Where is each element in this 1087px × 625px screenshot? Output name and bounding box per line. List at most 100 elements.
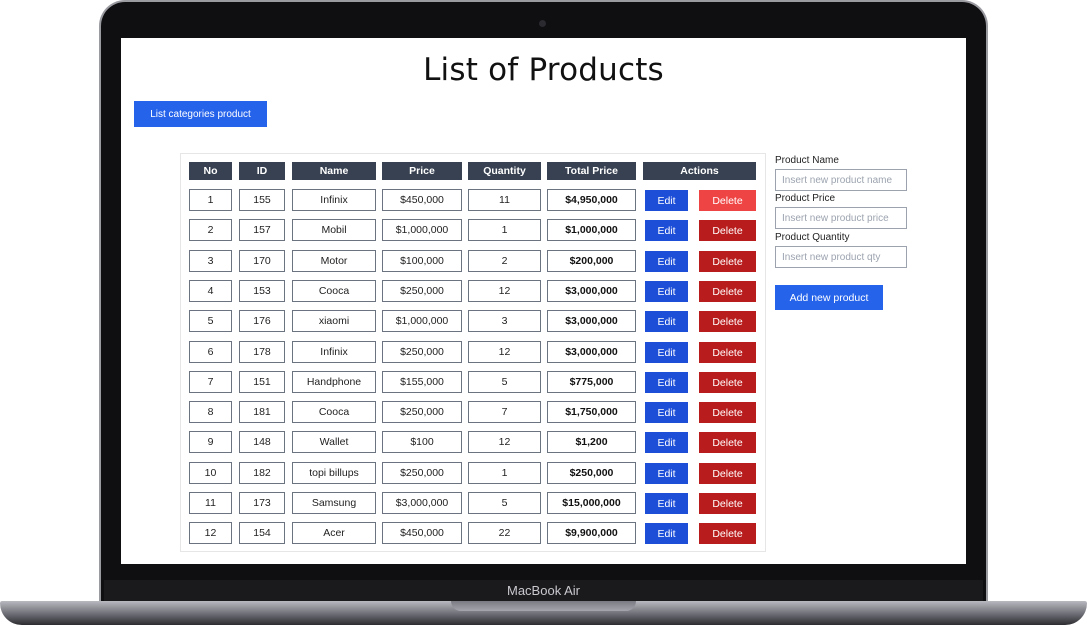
edit-button[interactable]: Edit (645, 402, 688, 423)
cell-id: 153 (239, 280, 285, 302)
cell-price: $450,000 (382, 189, 462, 211)
cell-name: Cooca (292, 401, 376, 423)
cell-no: 2 (189, 219, 232, 241)
delete-button[interactable]: Delete (699, 432, 756, 453)
edit-button[interactable]: Edit (645, 523, 688, 544)
cell-total-price: $3,000,000 (547, 280, 636, 302)
product-quantity-input[interactable] (775, 246, 907, 268)
cell-price: $1,000,000 (382, 219, 462, 241)
cell-id: 148 (239, 431, 285, 453)
cell-id: 154 (239, 522, 285, 544)
cell-name: Handphone (292, 371, 376, 393)
cell-name: Acer (292, 522, 376, 544)
cell-id: 157 (239, 219, 285, 241)
edit-button[interactable]: Edit (645, 463, 688, 484)
cell-no: 12 (189, 522, 232, 544)
cell-id: 173 (239, 492, 285, 514)
edit-button[interactable]: Edit (645, 311, 688, 332)
column-header-name: Name (292, 162, 376, 180)
product-name-input[interactable] (775, 169, 907, 191)
delete-button[interactable]: Delete (699, 372, 756, 393)
cell-quantity: 7 (468, 401, 541, 423)
delete-button[interactable]: Delete (699, 523, 756, 544)
delete-button[interactable]: Delete (699, 281, 756, 302)
cell-quantity: 5 (468, 492, 541, 514)
cell-id: 170 (239, 250, 285, 272)
column-header-actions: Actions (643, 162, 756, 180)
column-header-no: No (189, 162, 232, 180)
cell-total-price: $1,000,000 (547, 219, 636, 241)
column-header-price: Price (382, 162, 462, 180)
delete-button[interactable]: Delete (699, 251, 756, 272)
cell-total-price: $250,000 (547, 462, 636, 484)
cell-name: Motor (292, 250, 376, 272)
cell-no: 10 (189, 462, 232, 484)
cell-quantity: 1 (468, 462, 541, 484)
cell-total-price: $9,900,000 (547, 522, 636, 544)
cell-no: 5 (189, 310, 232, 332)
cell-no: 1 (189, 189, 232, 211)
edit-button[interactable]: Edit (645, 493, 688, 514)
cell-id: 178 (239, 341, 285, 363)
cell-no: 3 (189, 250, 232, 272)
column-header-total-price: Total Price (547, 162, 636, 180)
edit-button[interactable]: Edit (645, 190, 688, 211)
column-header-id: ID (239, 162, 285, 180)
cell-no: 7 (189, 371, 232, 393)
product-price-label: Product Price (775, 193, 836, 204)
cell-id: 182 (239, 462, 285, 484)
cell-total-price: $1,750,000 (547, 401, 636, 423)
edit-button[interactable]: Edit (645, 220, 688, 241)
edit-button[interactable]: Edit (645, 432, 688, 453)
edit-button[interactable]: Edit (645, 281, 688, 302)
add-product-button[interactable]: Add new product (775, 285, 883, 310)
cell-total-price: $15,000,000 (547, 492, 636, 514)
cell-price: $250,000 (382, 462, 462, 484)
cell-quantity: 12 (468, 280, 541, 302)
camera-icon (539, 20, 546, 27)
cell-id: 181 (239, 401, 285, 423)
list-categories-button[interactable]: List categories product (134, 101, 267, 127)
device-brand-label: MacBook Air (507, 583, 580, 598)
laptop-hinge-notch (451, 601, 636, 611)
cell-total-price: $775,000 (547, 371, 636, 393)
column-header-quantity: Quantity (468, 162, 541, 180)
cell-quantity: 1 (468, 219, 541, 241)
cell-total-price: $3,000,000 (547, 341, 636, 363)
cell-name: Mobil (292, 219, 376, 241)
edit-button[interactable]: Edit (645, 342, 688, 363)
cell-name: Samsung (292, 492, 376, 514)
cell-price: $100 (382, 431, 462, 453)
cell-name: Infinix (292, 341, 376, 363)
cell-total-price: $3,000,000 (547, 310, 636, 332)
delete-button[interactable]: Delete (699, 342, 756, 363)
cell-price: $250,000 (382, 401, 462, 423)
cell-price: $250,000 (382, 341, 462, 363)
edit-button[interactable]: Edit (645, 251, 688, 272)
cell-no: 8 (189, 401, 232, 423)
product-name-label: Product Name (775, 155, 839, 166)
edit-button[interactable]: Edit (645, 372, 688, 393)
cell-total-price: $1,200 (547, 431, 636, 453)
products-table: No ID Name Price Quantity Total Price Ac… (180, 153, 766, 552)
delete-button[interactable]: Delete (699, 493, 756, 514)
cell-name: Infinix (292, 189, 376, 211)
delete-button[interactable]: Delete (699, 402, 756, 423)
cell-id: 151 (239, 371, 285, 393)
cell-id: 155 (239, 189, 285, 211)
delete-button[interactable]: Delete (699, 311, 756, 332)
delete-button[interactable]: Delete (699, 190, 756, 211)
cell-quantity: 3 (468, 310, 541, 332)
cell-quantity: 5 (468, 371, 541, 393)
cell-no: 6 (189, 341, 232, 363)
delete-button[interactable]: Delete (699, 220, 756, 241)
cell-quantity: 2 (468, 250, 541, 272)
cell-price: $3,000,000 (382, 492, 462, 514)
cell-name: xiaomi (292, 310, 376, 332)
delete-button[interactable]: Delete (699, 463, 756, 484)
cell-price: $250,000 (382, 280, 462, 302)
cell-id: 176 (239, 310, 285, 332)
cell-name: Cooca (292, 280, 376, 302)
cell-price: $1,000,000 (382, 310, 462, 332)
product-price-input[interactable] (775, 207, 907, 229)
